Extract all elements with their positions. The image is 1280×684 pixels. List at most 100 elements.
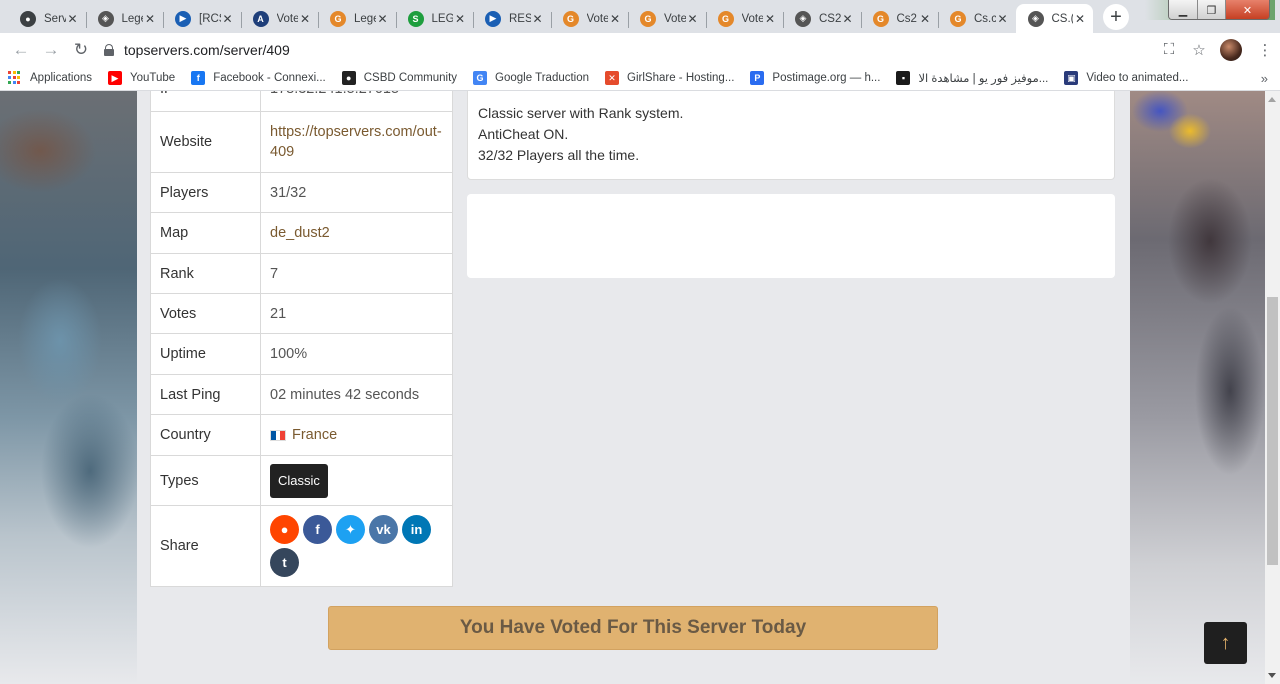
bookmark-item[interactable]: G Google Traduction <box>465 71 597 85</box>
info-row-ip: IP 178.32.241.5:27015 <box>151 91 452 112</box>
info-value-text[interactable]: https://topservers.com/out-409 <box>270 122 443 162</box>
tab-title: Vote <box>741 12 764 25</box>
tab-close-icon[interactable]: ✕ <box>996 12 1010 26</box>
bookmark-item[interactable]: ▪ موفيز فور يو | مشاهدة الا... <box>888 71 1056 85</box>
tab-close-icon[interactable]: ✕ <box>143 12 157 26</box>
browser-tab[interactable]: G Lege✕ <box>318 4 396 33</box>
toolbar-right: ⛶ ☆ ⋮ <box>1154 33 1280 66</box>
bookmark-favicon-icon: ● <box>341 71 356 85</box>
share-tumblr-button[interactable]: t <box>270 548 299 577</box>
info-key: Types <box>151 456 261 505</box>
info-value: Classic <box>261 456 452 505</box>
tab-close-icon[interactable]: ✕ <box>763 12 777 26</box>
country-link[interactable]: France <box>292 425 337 445</box>
bookmarks-bar: Applications ▶ YouTube f Facebook - Connexi.… <box>0 66 1280 91</box>
back-arrow-icon[interactable]: ← <box>6 40 36 60</box>
browser-tab[interactable]: G Vote ✕ <box>705 4 784 33</box>
browser-tab[interactable]: A Vote ✕ <box>240 4 319 33</box>
page-scrollbar[interactable] <box>1265 91 1280 684</box>
translate-icon[interactable]: ⛶ <box>1154 41 1184 58</box>
tab-favicon-icon: G <box>717 10 734 27</box>
bookmark-item[interactable]: ✕ GirlShare - Hosting... <box>597 71 742 85</box>
browser-toolbar: ← → ↻ topservers.com/server/409 ⛶ ☆ ⋮ <box>0 33 1280 66</box>
bookmark-favicon-icon: ▣ <box>1064 71 1079 85</box>
description-line: Classic server with Rank system. <box>478 105 684 121</box>
bookmark-item[interactable]: f Facebook - Connexi... <box>183 71 334 85</box>
bookmark-item[interactable]: ● CSBD Community <box>334 71 465 85</box>
bookmark-item[interactable]: ▣ Video to animated... <box>1056 71 1196 85</box>
bookmark-item[interactable]: ▶ YouTube <box>100 71 183 85</box>
info-value-text: 31/32 <box>270 184 307 201</box>
browser-tab[interactable]: ▶ [RCS✕ <box>163 4 241 33</box>
browser-tab[interactable]: G Vote ✕ <box>550 4 629 33</box>
tab-close-icon[interactable]: ✕ <box>221 12 235 26</box>
info-key: Last Ping <box>151 375 261 414</box>
url-text[interactable]: topservers.com/server/409 <box>124 42 290 58</box>
scroll-down-arrow-icon[interactable] <box>1268 673 1276 678</box>
browser-tab[interactable]: ● Serv ✕ <box>8 4 86 33</box>
apps-grid-icon <box>8 71 22 85</box>
bookmark-label: CSBD Community <box>363 72 458 84</box>
bookmark-star-icon[interactable]: ☆ <box>1184 41 1214 59</box>
info-row-last-ping: Last Ping 02 minutes 42 seconds <box>151 375 452 415</box>
tab-close-icon[interactable]: ✕ <box>841 12 855 26</box>
share-vk-button[interactable]: vk <box>369 515 398 544</box>
info-key: Share <box>151 506 261 586</box>
bookmarks-overflow-icon[interactable]: » <box>1261 71 1268 86</box>
server-info-table: IP 178.32.241.5:27015 Websitehttps://topse… <box>150 91 453 587</box>
description-line: AntiCheat ON. <box>478 126 569 142</box>
maximize-button[interactable]: ❐ <box>1197 0 1225 19</box>
browser-tab[interactable]: G Cs.c ✕ <box>938 4 1016 33</box>
tab-close-icon[interactable]: ✕ <box>66 12 80 26</box>
share-reddit-button[interactable]: ● <box>270 515 299 544</box>
bookmark-favicon-icon: f <box>191 71 206 85</box>
left-background-art <box>0 91 137 684</box>
tab-close-icon[interactable]: ✕ <box>1073 12 1087 26</box>
close-window-button[interactable]: ✕ <box>1225 0 1269 19</box>
new-tab-button[interactable]: + <box>1103 4 1129 30</box>
browser-tab[interactable]: ▶ RES ✕ <box>473 4 551 33</box>
tab-close-icon[interactable]: ✕ <box>298 12 312 26</box>
tab-title: Lege <box>354 12 376 25</box>
address-bar[interactable]: topservers.com/server/409 <box>104 42 290 58</box>
browser-tab[interactable]: G Cs2 ✕ <box>860 4 939 33</box>
menu-kebab-icon[interactable]: ⋮ <box>1250 41 1280 59</box>
browser-tab[interactable]: ◈ CS2 ✕ <box>783 4 861 33</box>
info-row-share: Share ● f ✦ vk in t <box>151 506 452 586</box>
info-row-types: Types Classic <box>151 456 452 506</box>
lock-icon[interactable] <box>104 43 114 56</box>
tabs-container: ●Serv✕◈Lege✕▶[RCS✕AVote✕GLege✕SLEG✕▶RES✕… <box>8 0 1093 33</box>
browser-tab[interactable]: G Vote ✕ <box>628 4 706 33</box>
bookmark-label: Applications <box>30 72 93 84</box>
info-value-text[interactable]: de_dust2 <box>270 223 330 243</box>
tab-close-icon[interactable]: ✕ <box>918 12 932 26</box>
share-facebook-button[interactable]: f <box>303 515 332 544</box>
info-key: Rank <box>151 254 261 293</box>
scroll-thumb[interactable] <box>1267 297 1278 565</box>
bookmark-favicon-icon: ✕ <box>605 71 620 85</box>
tab-close-icon[interactable]: ✕ <box>686 12 700 26</box>
browser-tab[interactable]: ◈ Lege✕ <box>85 4 164 33</box>
scroll-up-arrow-icon[interactable] <box>1268 97 1276 102</box>
voted-today-button[interactable]: You Have Voted For This Server Today <box>328 606 938 650</box>
browser-tab[interactable]: ◈ CS.(✕ <box>1015 4 1093 33</box>
browser-tab[interactable]: S LEG ✕ <box>395 4 474 33</box>
forward-arrow-icon[interactable]: → <box>36 40 66 60</box>
scroll-to-top-button[interactable]: ↑ <box>1204 622 1247 664</box>
bookmark-item[interactable]: Applications <box>0 71 100 85</box>
minimize-button[interactable]: ▁ <box>1169 0 1197 19</box>
tab-title: Vote <box>664 12 686 25</box>
tab-close-icon[interactable]: ✕ <box>376 12 390 26</box>
tab-close-icon[interactable]: ✕ <box>531 12 545 26</box>
tab-close-icon[interactable]: ✕ <box>608 12 622 26</box>
profile-avatar[interactable] <box>1220 38 1242 61</box>
tab-title: Cs2 <box>896 12 917 25</box>
type-badge[interactable]: Classic <box>270 463 328 498</box>
share-linkedin-button[interactable]: in <box>402 515 431 544</box>
info-value: 178.32.241.5:27015 <box>261 91 452 111</box>
tab-close-icon[interactable]: ✕ <box>453 12 467 26</box>
tab-favicon-icon: ▶ <box>485 10 501 27</box>
share-twitter-button[interactable]: ✦ <box>336 515 365 544</box>
reload-icon[interactable]: ↻ <box>66 40 96 60</box>
bookmark-item[interactable]: P Postimage.org — h... <box>742 71 888 85</box>
